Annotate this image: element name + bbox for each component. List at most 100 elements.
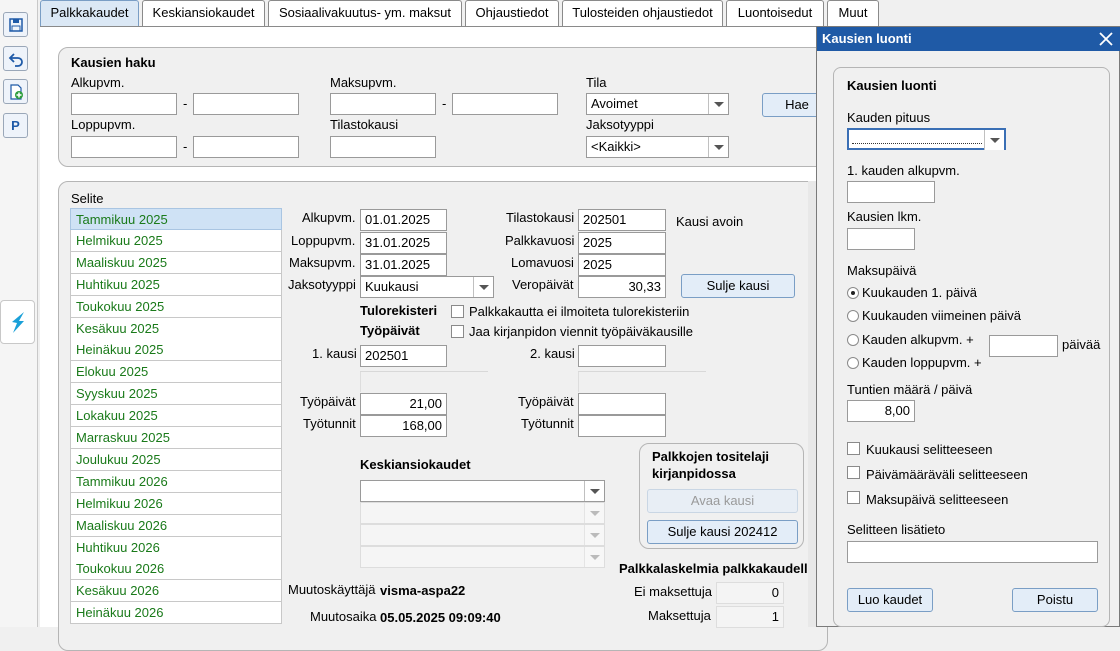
period-list-item[interactable]: Joulukuu 2025 bbox=[70, 448, 282, 471]
create-periods-button[interactable]: Luo kaudet bbox=[847, 588, 933, 612]
radio-start-plus[interactable] bbox=[847, 334, 859, 346]
period-list-item[interactable]: Huhtikuu 2026 bbox=[70, 536, 282, 559]
chk-paivamaaravali[interactable] bbox=[847, 466, 860, 479]
radio-first-day[interactable] bbox=[847, 287, 859, 299]
lisatieto-input[interactable] bbox=[847, 541, 1098, 563]
scrollbar[interactable] bbox=[808, 181, 816, 627]
p-button[interactable]: P bbox=[3, 113, 28, 138]
search-maksupvm-to[interactable] bbox=[452, 93, 558, 115]
close-period-button[interactable]: Sulje kausi bbox=[681, 274, 795, 298]
search-tilastokausi-input[interactable] bbox=[330, 136, 436, 158]
chk-kuukausi[interactable] bbox=[847, 442, 860, 455]
main-panel: Kausien haku Alkupvm. - Loppupvm. - Maks… bbox=[40, 26, 832, 651]
chk-maksupaiva[interactable] bbox=[847, 491, 860, 504]
tyopaivat2-input[interactable] bbox=[578, 393, 666, 415]
tyotunnit2-label: Työtunnit bbox=[521, 416, 574, 431]
period-list-item[interactable]: Syyskuu 2025 bbox=[70, 383, 282, 406]
tyopaivat-heading: Työpäivät bbox=[360, 323, 420, 338]
period-list-item[interactable]: Lokakuu 2025 bbox=[70, 405, 282, 428]
period-list-item[interactable]: Tammikuu 2026 bbox=[70, 470, 282, 493]
radio-last-day[interactable] bbox=[847, 310, 859, 322]
chk-paivamaaravali-label: Päivämääräväli selitteeseen bbox=[866, 467, 1028, 482]
search-jaksotyyppi-select[interactable]: <Kaikki> bbox=[586, 136, 729, 158]
days-input[interactable] bbox=[989, 335, 1058, 357]
period-list-item[interactable]: Kesäkuu 2026 bbox=[70, 580, 282, 603]
exit-button[interactable]: Poistu bbox=[1012, 588, 1098, 612]
tulorekisteri-checkbox[interactable] bbox=[451, 305, 464, 318]
period-list-item[interactable]: Toukokuu 2026 bbox=[70, 558, 282, 581]
chevron-down-icon bbox=[584, 525, 604, 545]
ei-maksettuja-value: 0 bbox=[716, 582, 784, 604]
search-alkupvm-to[interactable] bbox=[193, 93, 299, 115]
period-list-item[interactable]: Maaliskuu 2025 bbox=[70, 251, 282, 274]
ei-maksettuja-label: Ei maksettuja bbox=[634, 584, 713, 599]
tab-luontoisedut[interactable]: Luontoisedut bbox=[726, 0, 824, 26]
keskiansio-select-1[interactable] bbox=[360, 480, 605, 502]
palkkavuosi-input[interactable]: 2025 bbox=[578, 232, 666, 254]
jaksotyyppi-select[interactable]: Kuukausi bbox=[360, 276, 494, 298]
chk-maksupaiva-label: Maksupäivä selitteeseen bbox=[866, 492, 1009, 507]
veropaivat-input[interactable]: 30,33 bbox=[578, 276, 666, 298]
search-tila-select[interactable]: Avoimet bbox=[586, 93, 729, 115]
tunnit-label: Tuntien määrä / päivä bbox=[847, 382, 973, 397]
tilastokausi-input[interactable]: 202501 bbox=[578, 209, 666, 231]
period-list-item[interactable]: Helmikuu 2026 bbox=[70, 492, 282, 515]
dialog-alkupvm-input[interactable] bbox=[847, 181, 935, 203]
save-icon[interactable] bbox=[3, 12, 28, 37]
new-document-icon[interactable] bbox=[3, 79, 28, 104]
maksettuja-value: 1 bbox=[716, 606, 784, 628]
kausi1-input[interactable]: 202501 bbox=[360, 345, 447, 367]
search-maksupvm-from[interactable] bbox=[330, 93, 436, 115]
period-list-item[interactable]: Helmikuu 2025 bbox=[70, 229, 282, 252]
period-list-item[interactable]: Elokuu 2025 bbox=[70, 361, 282, 384]
tyotunnit2-input[interactable] bbox=[578, 415, 666, 437]
period-list-item[interactable]: Marraskuu 2025 bbox=[70, 427, 282, 449]
jaa-checkbox[interactable] bbox=[451, 325, 464, 338]
search-loppupvm-to[interactable] bbox=[193, 136, 299, 158]
brand-icon[interactable] bbox=[0, 300, 35, 344]
period-list-item[interactable]: Toukokuu 2025 bbox=[70, 295, 282, 318]
alkupvm-label: Alkupvm. bbox=[302, 210, 356, 225]
period-list-item[interactable]: Maaliskuu 2026 bbox=[70, 514, 282, 537]
radio-start-plus-label: Kauden alkupvm. + bbox=[862, 332, 974, 347]
maksupvm-label: Maksupvm. bbox=[289, 255, 356, 270]
kauden-pituus-select[interactable] bbox=[847, 128, 1006, 150]
tab-palkkakaudet[interactable]: Palkkakaudet bbox=[40, 0, 139, 26]
period-list-item[interactable]: Heinäkuu 2025 bbox=[70, 339, 282, 362]
chevron-down-icon bbox=[708, 94, 728, 114]
keskiansio-select-4 bbox=[360, 546, 605, 568]
period-list-item[interactable]: Huhtikuu 2025 bbox=[70, 273, 282, 296]
tab-keskiansiokaudet[interactable]: Keskiansiokaudet bbox=[142, 0, 265, 26]
tunnit-input[interactable]: 8,00 bbox=[847, 400, 915, 422]
jaa-checkbox-label: Jaa kirjanpidon viennit työpäiväkausille bbox=[469, 324, 694, 339]
lkm-input[interactable] bbox=[847, 228, 915, 250]
kauden-pituus-label: Kauden pituus bbox=[847, 110, 931, 125]
periods-title: Selite bbox=[71, 191, 104, 206]
tyopaivat1-input[interactable]: 21,00 bbox=[360, 393, 447, 415]
lomavuosi-input[interactable]: 2025 bbox=[578, 254, 666, 276]
tab-sosiaalivakuutus[interactable]: Sosiaalivakuutus- ym. maksut bbox=[268, 0, 462, 26]
close-icon[interactable] bbox=[1097, 30, 1115, 48]
keskiansio-label: Keskiansiokaudet bbox=[360, 457, 471, 472]
search-jaksotyyppi-label: Jaksotyyppi bbox=[586, 117, 654, 132]
period-list-item[interactable]: Kesäkuu 2025 bbox=[70, 317, 282, 340]
tab-ohjaustiedot[interactable]: Ohjaustiedot bbox=[465, 0, 559, 26]
maksupvm-input[interactable]: 31.01.2025 bbox=[360, 254, 447, 276]
radio-end-plus[interactable] bbox=[847, 357, 859, 369]
kausi2-input[interactable] bbox=[578, 345, 666, 367]
left-toolbar: P bbox=[0, 0, 38, 627]
search-tila-label: Tila bbox=[586, 75, 607, 90]
chk-kuukausi-label: Kuukausi selitteeseen bbox=[866, 442, 993, 457]
undo-icon[interactable] bbox=[3, 46, 28, 71]
close-period-202412-button[interactable]: Sulje kausi 202412 bbox=[647, 520, 798, 544]
search-alkupvm-from[interactable] bbox=[71, 93, 177, 115]
tab-tulosteiden-ohjaustiedot[interactable]: Tulosteiden ohjaustiedot bbox=[562, 0, 723, 26]
tab-muut[interactable]: Muut bbox=[827, 0, 879, 26]
period-list-item[interactable]: Heinäkuu 2026 bbox=[70, 602, 282, 625]
search-loppupvm-from[interactable] bbox=[71, 136, 177, 158]
loppupvm-input[interactable]: 31.01.2025 bbox=[360, 232, 447, 254]
tyotunnit1-input[interactable]: 168,00 bbox=[360, 415, 447, 437]
loppupvm-label: Loppupvm. bbox=[291, 233, 356, 248]
period-list-item[interactable]: Tammikuu 2025 bbox=[70, 208, 282, 230]
alkupvm-input[interactable]: 01.01.2025 bbox=[360, 209, 447, 231]
